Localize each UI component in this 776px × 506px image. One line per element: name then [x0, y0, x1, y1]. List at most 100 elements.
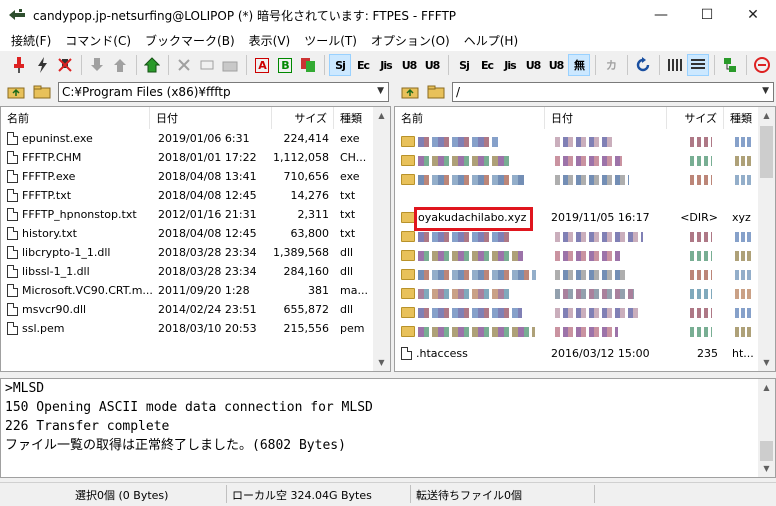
- remote-folder-row[interactable]: [395, 265, 760, 284]
- remote-file-list[interactable]: 名前 日付 サイズ 種類 oyakudachilabo.xyz 2019/11/…: [394, 106, 776, 372]
- file-icon: [7, 265, 18, 278]
- remote-sjis-icon[interactable]: Sj: [329, 54, 351, 76]
- remote-folder-row[interactable]: [395, 246, 760, 265]
- local-file-name: Microsoft.VC90.CRT.m...: [22, 284, 153, 297]
- menu-connect[interactable]: 接続(F): [4, 32, 58, 49]
- file-icon: [7, 208, 18, 221]
- scroll-down-icon[interactable]: ▼: [758, 354, 775, 371]
- close-button[interactable]: ✕: [730, 0, 776, 30]
- remote-utf8-icon[interactable]: U8: [398, 54, 420, 76]
- download-icon[interactable]: [86, 54, 108, 76]
- delete-icon[interactable]: [173, 54, 195, 76]
- local-file-row[interactable]: ssl.pem 2018/03/10 20:53 215,556 pem: [1, 319, 374, 338]
- quick-connect-icon[interactable]: [31, 54, 53, 76]
- status-local-free: ローカル空 324.04G Bytes: [232, 489, 372, 502]
- connect-icon[interactable]: [8, 54, 30, 76]
- column-header-name[interactable]: 名前: [395, 107, 545, 129]
- local-file-row[interactable]: FFFTP.txt 2018/04/08 12:45 14,276 txt: [1, 186, 374, 205]
- column-header-type[interactable]: 種類: [334, 107, 374, 129]
- chevron-down-icon[interactable]: ▼: [762, 86, 769, 96]
- list-view-icon[interactable]: [664, 54, 686, 76]
- no-conversion-icon[interactable]: 無: [568, 54, 590, 76]
- ascii-mode-icon[interactable]: A: [251, 54, 273, 76]
- mkdir-icon[interactable]: [219, 54, 241, 76]
- kana-convert-icon[interactable]: カ: [600, 54, 622, 76]
- local-file-list[interactable]: 名前 日付 サイズ 種類 epuninst.exe 2019/01/06 6:31…: [0, 106, 391, 372]
- remote-folder-row[interactable]: [395, 303, 760, 322]
- local-file-row[interactable]: FFFTP.exe 2018/04/08 13:41 710,656 exe: [1, 167, 374, 186]
- redacted-type: [735, 307, 751, 318]
- local-open-folder-icon[interactable]: [32, 82, 52, 102]
- local-file-row[interactable]: FFFTP_hpnonstop.txt 2012/01/16 21:31 2,311…: [1, 205, 374, 224]
- local-jis-icon[interactable]: Jis: [499, 54, 521, 76]
- menu-options[interactable]: オプション(O): [364, 32, 457, 49]
- remote-path-combo[interactable]: / ▼: [452, 82, 774, 102]
- menu-bookmark[interactable]: ブックマーク(B): [138, 32, 242, 49]
- scroll-thumb[interactable]: [760, 126, 773, 178]
- upload-icon[interactable]: [109, 54, 131, 76]
- remote-open-folder-icon[interactable]: [426, 82, 446, 102]
- local-utf8-bom-icon[interactable]: U8: [545, 54, 567, 76]
- local-sjis-icon[interactable]: Sj: [453, 54, 475, 76]
- local-file-row[interactable]: epuninst.exe 2019/01/06 6:31 224,414 exe: [1, 129, 374, 148]
- scroll-up-icon[interactable]: ▲: [373, 107, 390, 124]
- refresh-icon[interactable]: [632, 54, 654, 76]
- chevron-down-icon[interactable]: ▼: [377, 86, 384, 96]
- menu-tools[interactable]: ツール(T): [297, 32, 364, 49]
- local-path-combo[interactable]: C:¥Program Files (x86)¥ffftp ▼: [58, 82, 389, 102]
- remote-scrollbar[interactable]: ▲ ▼: [758, 107, 775, 371]
- remote-row-highlighted[interactable]: oyakudachilabo.xyz 2019/11/05 16:17 <DIR…: [395, 208, 760, 227]
- scroll-up-icon[interactable]: ▲: [758, 379, 775, 396]
- abort-icon[interactable]: [751, 54, 773, 76]
- binary-mode-icon[interactable]: B: [274, 54, 296, 76]
- local-scrollbar[interactable]: ▲ ▼: [373, 107, 390, 371]
- remote-folder-row[interactable]: [395, 132, 760, 151]
- remote-row-htaccess[interactable]: .htaccess 2016/03/12 15:00 235 ht...: [395, 344, 760, 363]
- column-header-type[interactable]: 種類: [724, 107, 759, 129]
- file-icon: [7, 284, 18, 297]
- disconnect-icon[interactable]: [54, 54, 76, 76]
- menu-help[interactable]: ヘルプ(H): [457, 32, 525, 49]
- column-header-size[interactable]: サイズ: [667, 107, 724, 129]
- local-file-size: 655,872: [283, 303, 330, 316]
- mirror-upload-icon[interactable]: [141, 54, 163, 76]
- local-file-row[interactable]: libcrypto-1_1.dll 2018/03/28 23:34 1,389,5…: [1, 243, 374, 262]
- menu-view[interactable]: 表示(V): [242, 32, 298, 49]
- maximize-button[interactable]: ☐: [684, 0, 730, 30]
- column-header-date[interactable]: 日付: [150, 107, 272, 129]
- remote-folder-row[interactable]: [395, 170, 760, 189]
- auto-mode-icon[interactable]: [297, 54, 319, 76]
- rename-icon[interactable]: [196, 54, 218, 76]
- local-file-name: FFFTP.CHM: [22, 151, 82, 164]
- log-panel[interactable]: >MLSD 150 Opening ASCII mode data connec…: [0, 378, 776, 478]
- menu-command[interactable]: コマンド(C): [58, 32, 138, 49]
- local-file-row[interactable]: Microsoft.VC90.CRT.m... 2011/09/20 1:28 38…: [1, 281, 374, 300]
- column-header-name[interactable]: 名前: [1, 107, 150, 129]
- local-file-row[interactable]: FFFTP.CHM 2018/01/01 17:22 1,112,058 CH...: [1, 148, 374, 167]
- local-file-row[interactable]: msvcr90.dll 2014/02/24 23:51 655,872 dll: [1, 300, 374, 319]
- log-scrollbar[interactable]: ▲ ▼: [758, 379, 775, 477]
- local-file-row[interactable]: history.txt 2018/04/08 12:45 63,800 txt: [1, 224, 374, 243]
- remote-parent-folder-icon[interactable]: [400, 82, 420, 102]
- remote-folder-row[interactable]: [395, 151, 760, 170]
- remote-folder-row[interactable]: [395, 322, 760, 341]
- scroll-up-icon[interactable]: ▲: [758, 107, 775, 124]
- local-utf8-icon[interactable]: U8: [522, 54, 544, 76]
- remote-jis-icon[interactable]: Jis: [375, 54, 397, 76]
- sync-browse-icon[interactable]: [719, 54, 741, 76]
- remote-folder-row[interactable]: [395, 284, 760, 303]
- column-header-size[interactable]: サイズ: [272, 107, 334, 129]
- redacted-date: [555, 155, 622, 166]
- remote-folder-row[interactable]: [395, 227, 760, 246]
- scroll-down-icon[interactable]: ▼: [758, 460, 775, 477]
- remote-utf8-bom-icon[interactable]: U8: [421, 54, 443, 76]
- local-euc-icon[interactable]: Ec: [476, 54, 498, 76]
- detail-view-icon[interactable]: [687, 54, 709, 76]
- column-header-date[interactable]: 日付: [545, 107, 667, 129]
- local-parent-folder-icon[interactable]: [6, 82, 26, 102]
- local-file-row[interactable]: libssl-1_1.dll 2018/03/28 23:34 284,160 dll: [1, 262, 374, 281]
- scroll-thumb[interactable]: [760, 441, 773, 461]
- remote-euc-icon[interactable]: Ec: [352, 54, 374, 76]
- scroll-down-icon[interactable]: ▼: [373, 354, 390, 371]
- minimize-button[interactable]: —: [638, 0, 684, 30]
